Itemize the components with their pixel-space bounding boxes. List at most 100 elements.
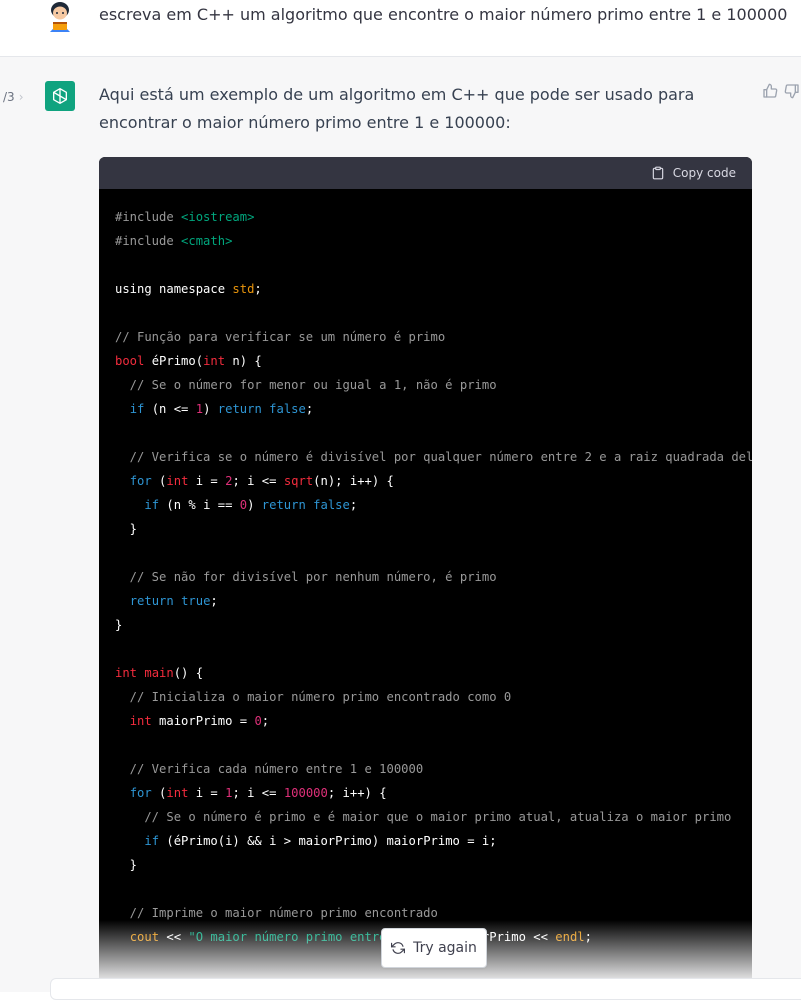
code-line: } bbox=[115, 517, 752, 541]
thumbs-up-icon[interactable] bbox=[762, 83, 778, 103]
code-block: Copy code #include <iostream> #include <c… bbox=[99, 157, 752, 992]
code-token: (n); i++) { bbox=[313, 474, 394, 488]
copy-code-button[interactable]: Copy code bbox=[651, 166, 736, 180]
user-avatar bbox=[44, 0, 76, 32]
code-line: #include <iostream> bbox=[115, 205, 752, 229]
code-token: int bbox=[115, 666, 138, 680]
code-token: // Função para verificar se um número é … bbox=[115, 330, 446, 344]
code-token: 1 bbox=[195, 402, 204, 416]
code-token: 0 bbox=[254, 714, 262, 728]
chevron-right-icon[interactable]: › bbox=[19, 90, 24, 104]
code-token: ( bbox=[151, 786, 167, 800]
code-token: } bbox=[115, 618, 123, 632]
code-line: for (int i = 2; i <= sqrt(n); i++) { bbox=[115, 469, 752, 493]
code-line: if (éPrimo(i) && i > maiorPrimo) maiorPr… bbox=[115, 829, 752, 853]
code-line: // Se o número é primo e é maior que o m… bbox=[115, 805, 752, 829]
code-line: // Se não for divisível por nenhum númer… bbox=[115, 565, 752, 589]
code-line: // Inicializa o maior número primo encon… bbox=[115, 685, 752, 709]
code-token: // Se o número é primo e é maior que o m… bbox=[115, 810, 732, 824]
code-token: ; i++) { bbox=[327, 786, 387, 800]
refresh-icon bbox=[391, 942, 406, 954]
code-token: maiorPrimo = bbox=[151, 714, 255, 728]
try-again-label: Try again bbox=[413, 940, 477, 956]
code-token: int bbox=[166, 786, 189, 800]
code-token: // Imprime o maior número primo encontra… bbox=[115, 906, 438, 920]
code-token: for bbox=[129, 474, 152, 488]
code-line: return true; bbox=[115, 589, 752, 613]
code-token: false bbox=[269, 402, 306, 416]
feedback-buttons bbox=[762, 83, 800, 103]
code-content: #include <iostream> #include <cmath> using… bbox=[99, 189, 752, 949]
code-token: sqrt bbox=[283, 474, 314, 488]
thumbs-down-icon[interactable] bbox=[784, 83, 800, 103]
code-token: return bbox=[217, 402, 262, 416]
code-line: for (int i = 1; i <= 100000; i++) { bbox=[115, 781, 752, 805]
code-token: if bbox=[144, 498, 160, 512]
code-token: ; bbox=[261, 714, 270, 728]
response-pager[interactable]: /3 › bbox=[3, 90, 24, 104]
code-token: return bbox=[129, 594, 174, 608]
code-token: 0 bbox=[239, 498, 248, 512]
code-token: // Verifica cada número entre 1 e 100000 bbox=[115, 762, 424, 776]
code-line: // Verifica se o número é divisível por … bbox=[115, 445, 752, 469]
code-token: main bbox=[144, 666, 174, 680]
code-line: if (n % i == 0) return false; bbox=[115, 493, 752, 517]
code-token: ; bbox=[254, 282, 262, 296]
code-token: std bbox=[232, 282, 255, 296]
code-token: if bbox=[129, 402, 145, 416]
code-token: ( bbox=[151, 474, 167, 488]
user-message-row: escreva em C++ um algoritmo que encontre… bbox=[0, 0, 801, 57]
code-token: // Se não for divisível por nenhum númer… bbox=[115, 570, 497, 584]
code-token: i = bbox=[188, 786, 226, 800]
code-token: 100000 bbox=[283, 786, 328, 800]
code-token: i = bbox=[188, 474, 226, 488]
assistant-intro-text: Aqui está um exemplo de um algoritmo em … bbox=[99, 85, 695, 132]
code-token: // Se o número for menor ou igual a 1, n… bbox=[115, 378, 497, 392]
code-token: ; i <= bbox=[232, 786, 284, 800]
code-line: // Se o número for menor ou igual a 1, n… bbox=[115, 373, 752, 397]
code-token: if bbox=[144, 834, 160, 848]
code-line: // Função para verificar se um número é … bbox=[115, 325, 752, 349]
code-token: ) bbox=[203, 402, 218, 416]
openai-logo-icon bbox=[53, 88, 68, 105]
code-token: (n <= bbox=[144, 402, 196, 416]
code-token: false bbox=[313, 498, 350, 512]
user-message-text: escreva em C++ um algoritmo que encontre… bbox=[99, 5, 788, 24]
code-token: (n % i == bbox=[159, 498, 240, 512]
code-token: #include bbox=[115, 234, 182, 248]
code-token: using namespace bbox=[115, 282, 233, 296]
code-token: // Verifica se o número é divisível por … bbox=[115, 450, 752, 464]
code-token: bool bbox=[115, 354, 145, 368]
code-token: true bbox=[181, 594, 211, 608]
code-token: int bbox=[203, 354, 226, 368]
code-line: using namespace std; bbox=[115, 277, 752, 301]
code-token: int bbox=[129, 714, 152, 728]
chat-input-box[interactable] bbox=[50, 978, 801, 1000]
code-token: <iostream> bbox=[181, 210, 255, 224]
clipboard-icon bbox=[652, 166, 664, 180]
try-again-button[interactable]: Try again bbox=[381, 928, 487, 968]
code-token: () { bbox=[173, 666, 204, 680]
assistant-message-row: /3 › Aqui está um exemplo de um algoritmo… bbox=[0, 57, 801, 992]
code-token: ; bbox=[305, 402, 314, 416]
code-token: } bbox=[115, 522, 138, 536]
code-line: int maiorPrimo = 0; bbox=[115, 709, 752, 733]
code-token: ; i <= bbox=[232, 474, 284, 488]
code-line: int main() { bbox=[115, 661, 752, 685]
code-token: ; bbox=[349, 498, 358, 512]
copy-code-label: Copy code bbox=[672, 166, 736, 180]
code-line: if (n <= 1) return false; bbox=[115, 397, 752, 421]
code-line: bool éPrimo(int n) { bbox=[115, 349, 752, 373]
